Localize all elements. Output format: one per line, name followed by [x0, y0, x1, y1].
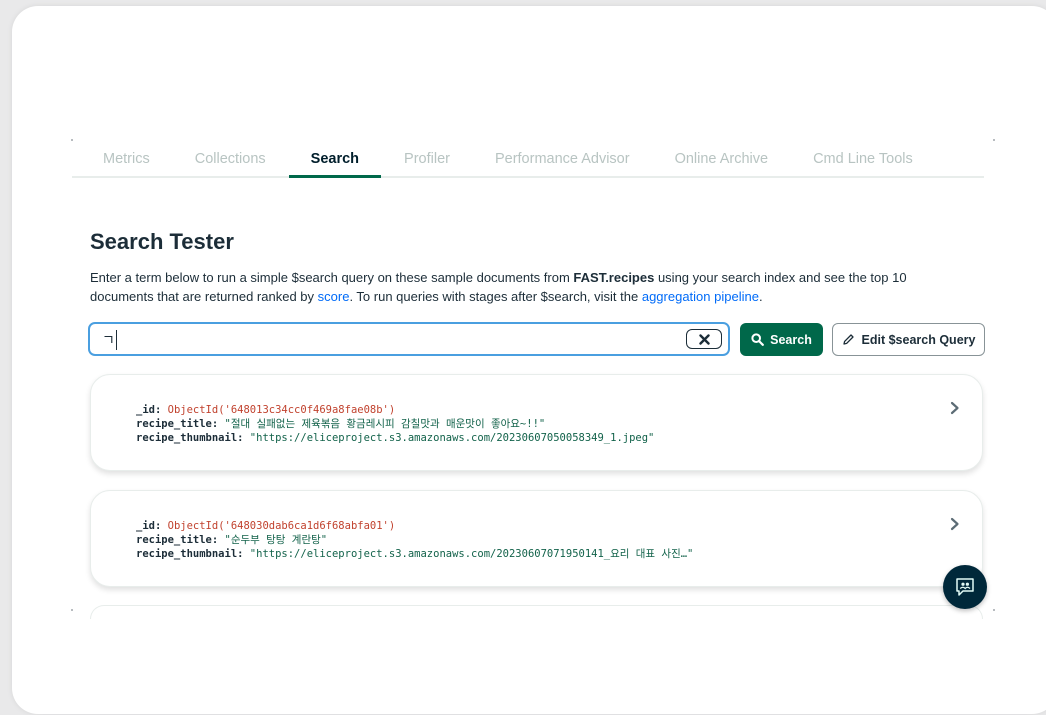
- score-link[interactable]: score: [318, 289, 350, 304]
- edit-search-query-label: Edit $search Query: [861, 332, 976, 347]
- result-card-partial: [90, 605, 983, 619]
- tab-performance-advisor[interactable]: Performance Advisor: [495, 140, 630, 176]
- tab-cmd-line-tools[interactable]: Cmd Line Tools: [813, 140, 913, 176]
- field-key: recipe_thumbnail:: [136, 432, 244, 444]
- chevron-right-icon[interactable]: [950, 401, 960, 415]
- collection-name: FAST.recipes: [573, 270, 655, 285]
- chat-icon: [956, 578, 974, 596]
- tab-bar: Metrics Collections Search Profiler Perf…: [72, 140, 984, 178]
- field-key: _id:: [136, 520, 162, 532]
- search-input[interactable]: ㄱ: [88, 322, 730, 356]
- tab-profiler[interactable]: Profiler: [404, 140, 450, 176]
- recipe-title-value: "절대 실패없는 제육볶음 황금레시피 감칠맛과 매운맛이 좋아요~!!": [224, 418, 546, 430]
- chat-support-button[interactable]: [943, 565, 987, 609]
- tab-collections[interactable]: Collections: [195, 140, 266, 176]
- x-icon: [698, 333, 710, 345]
- aggregation-pipeline-link[interactable]: aggregation pipeline: [642, 289, 759, 304]
- object-id-value: ObjectId('648030dab6ca1d6f68abfa01'): [167, 520, 396, 532]
- search-button[interactable]: Search: [740, 323, 823, 356]
- recipe-title-value: "순두부 탕탕 계란탕": [224, 534, 328, 546]
- description-text: .: [758, 289, 763, 304]
- result-document: _id: ObjectId('648030dab6ca1d6f68abfa01'…: [136, 519, 693, 561]
- edit-search-query-button[interactable]: Edit $search Query: [832, 323, 985, 356]
- field-key: recipe_title:: [136, 534, 219, 546]
- description-text: . To run queries with stages after $sear…: [349, 289, 642, 304]
- chevron-right-icon[interactable]: [950, 517, 960, 531]
- tab-online-archive[interactable]: Online Archive: [675, 140, 769, 176]
- pencil-icon: [842, 334, 854, 345]
- recipe-thumbnail-value: "https://eliceproject.s3.amazonaws.com/2…: [249, 432, 655, 444]
- tab-search[interactable]: Search: [288, 140, 382, 178]
- corner-mark: [71, 609, 73, 611]
- description-text: Enter a term below to run a simple $sear…: [90, 270, 574, 285]
- field-key: _id:: [136, 404, 162, 416]
- result-card[interactable]: _id: ObjectId('648030dab6ca1d6f68abfa01'…: [90, 490, 983, 587]
- corner-mark: [993, 139, 995, 141]
- page-title: Search Tester: [90, 229, 234, 254]
- clear-search-button[interactable]: [686, 329, 722, 349]
- recipe-thumbnail-value: "https://eliceproject.s3.amazonaws.com/2…: [249, 548, 694, 560]
- field-key: recipe_thumbnail:: [136, 548, 244, 560]
- field-key: recipe_title:: [136, 418, 219, 430]
- magnifier-icon: [751, 333, 765, 346]
- search-button-label: Search: [770, 332, 812, 347]
- object-id-value: ObjectId('648013c34cc0f469a8fae08b'): [167, 404, 396, 416]
- search-tester-description: Enter a term below to run a simple $sear…: [90, 268, 970, 306]
- tab-metrics[interactable]: Metrics: [103, 140, 150, 176]
- result-card[interactable]: _id: ObjectId('648013c34cc0f469a8fae08b'…: [90, 374, 983, 471]
- search-input-value: ㄱ: [102, 330, 117, 350]
- corner-mark: [993, 609, 995, 611]
- result-document: _id: ObjectId('648013c34cc0f469a8fae08b'…: [136, 403, 654, 445]
